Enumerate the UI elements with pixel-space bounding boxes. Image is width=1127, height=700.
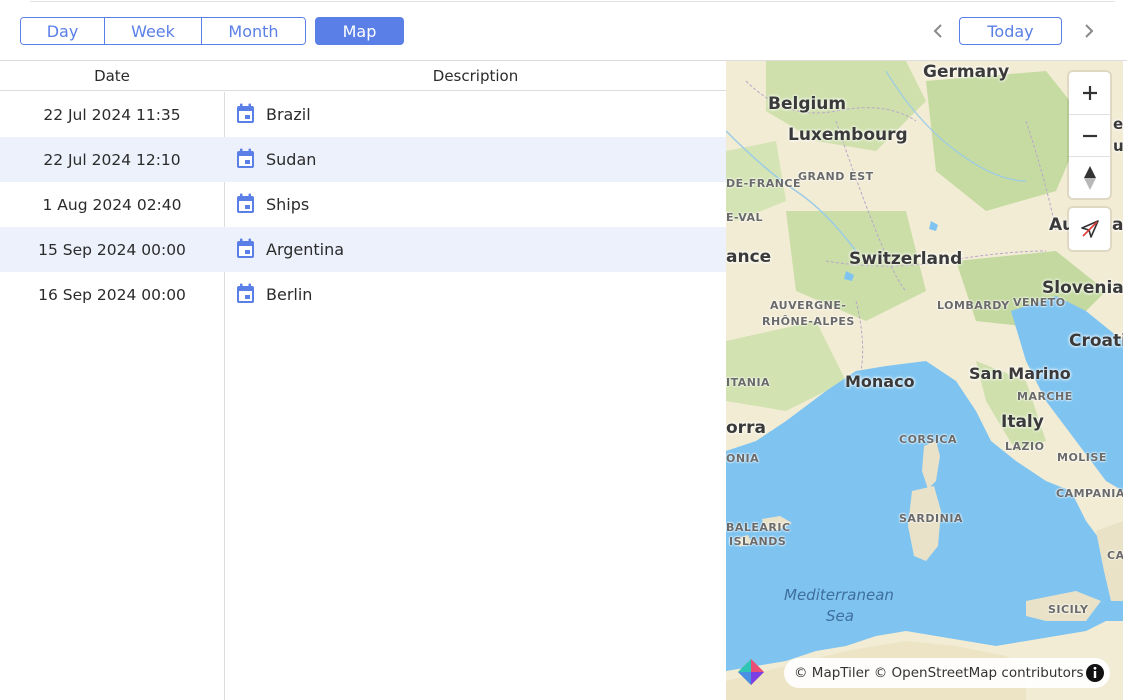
map-label-edge-2: ub <box>1113 137 1123 155</box>
next-button[interactable] <box>1074 17 1102 45</box>
date-column-header[interactable]: Date <box>0 61 224 91</box>
event-description: Berlin <box>266 285 313 304</box>
event-description: Argentina <box>266 240 345 259</box>
map-label-monaco: Monaco <box>845 372 915 391</box>
map-label-lazio: LAZIO <box>1005 440 1045 453</box>
minus-icon <box>1082 134 1097 137</box>
calendar-toolbar: Day Week Month Map Today <box>0 0 1127 61</box>
table-row[interactable]: 1 Aug 2024 02:40 Ships <box>0 182 726 227</box>
event-date: 22 Jul 2024 11:35 <box>43 105 181 124</box>
month-view-button[interactable]: Month <box>201 18 305 44</box>
table-row[interactable]: 22 Jul 2024 12:10 Sudan <box>0 137 726 182</box>
map-label-molise: MOLISE <box>1057 451 1107 464</box>
map-label-france: ance <box>726 247 772 267</box>
event-date: 16 Sep 2024 00:00 <box>38 285 186 304</box>
map-view-button[interactable]: Map <box>315 17 404 45</box>
right-edge <box>1123 61 1127 700</box>
map-label-italy: Italy <box>1001 412 1044 432</box>
map-label-veneto: VENETO <box>1013 296 1066 309</box>
geolocate-off-icon <box>1080 220 1099 238</box>
calendar-icon <box>237 103 254 123</box>
zoom-controls <box>1069 72 1110 198</box>
day-view-button[interactable]: Day <box>21 18 104 44</box>
map-label-grand-est: GRAND EST <box>798 170 874 183</box>
zoom-out-button[interactable] <box>1069 114 1110 156</box>
map-label-sardinia: SARDINIA <box>899 512 963 525</box>
map-label-luxembourg: Luxembourg <box>788 125 908 145</box>
map-label-belgium: Belgium <box>768 94 847 114</box>
zoom-in-button[interactable] <box>1069 72 1110 114</box>
map-view[interactable]: Germany Belgium Luxembourg ec ub GRAND E… <box>726 61 1123 700</box>
map-label-catalonia: ONIA <box>726 452 760 465</box>
list-header: Date Description <box>0 61 726 91</box>
view-switcher: Day Week Month <box>20 17 306 45</box>
map-label-sea: Sea <box>826 607 854 625</box>
map-label-san-marino: San Marino <box>969 364 1071 383</box>
calendar-icon <box>237 238 254 258</box>
map-label-marche: MARCHE <box>1017 390 1073 403</box>
map-label-islands: ISLANDS <box>729 535 787 548</box>
plus-icon <box>1082 86 1097 100</box>
map-label-slovenia: Slovenia <box>1042 278 1123 298</box>
map-label-rhone-alpes: RHÔNE-ALPES <box>762 315 855 328</box>
chevron-right-icon <box>1085 24 1094 38</box>
list-rows: 22 Jul 2024 11:35 Brazil 22 Jul 2024 12:… <box>0 92 726 317</box>
previous-button[interactable] <box>925 17 953 45</box>
map-label-campania: CAMPANIA <box>1056 487 1123 500</box>
map-label-lombardy: LOMBARDY <box>937 299 1010 312</box>
event-description: Sudan <box>266 150 317 169</box>
maptiler-logo-icon <box>738 659 764 685</box>
today-button[interactable]: Today <box>959 17 1062 45</box>
map-label-auvergne: AUVERGNE- <box>770 299 847 312</box>
map-label-sicily: SICILY <box>1048 603 1089 616</box>
map-label-centre-val: E-VAL <box>726 211 764 224</box>
map-label-corsica: CORSICA <box>899 433 957 446</box>
event-date: 22 Jul 2024 12:10 <box>43 150 181 169</box>
map-label-switzerland: Switzerland <box>849 249 963 269</box>
map-label-austria-tail: a <box>1112 215 1123 235</box>
compass-icon <box>1083 165 1096 190</box>
table-row[interactable]: 16 Sep 2024 00:00 Berlin <box>0 272 726 317</box>
info-icon[interactable] <box>1085 663 1105 683</box>
map-label-germany: Germany <box>923 62 1010 82</box>
attribution-text[interactable]: © MapTiler © OpenStreetMap contributors <box>794 665 1084 681</box>
event-list: Date Description 22 Jul 2024 11:35 Brazi… <box>0 61 726 700</box>
map-label-croatia: Croati <box>1069 331 1123 351</box>
map-label-balearic: BALEARIC <box>726 521 791 534</box>
calendar-icon <box>237 148 254 168</box>
compass-button[interactable] <box>1069 156 1110 198</box>
event-date: 1 Aug 2024 02:40 <box>42 195 182 214</box>
event-date: 15 Sep 2024 00:00 <box>38 240 186 259</box>
event-description: Brazil <box>266 105 311 124</box>
map-label-ile-de-france: DE-FRANCE <box>726 177 802 190</box>
event-description: Ships <box>266 195 310 214</box>
calendar-icon <box>237 283 254 303</box>
calendar-icon <box>237 193 254 213</box>
map-label-edge-1: ec <box>1113 115 1123 133</box>
map-label-calabria: CA <box>1107 549 1123 562</box>
map-attribution: © MapTiler © OpenStreetMap contributors <box>784 658 1110 688</box>
map-label-mediterranean: Mediterranean <box>784 586 894 604</box>
table-row[interactable]: 15 Sep 2024 00:00 Argentina <box>0 227 726 272</box>
map-label-occitania: ITANIA <box>726 376 771 389</box>
chevron-left-icon <box>933 24 942 38</box>
map-label-andorra: orra <box>726 418 766 438</box>
table-row[interactable]: 22 Jul 2024 11:35 Brazil <box>0 92 726 137</box>
description-column-header[interactable]: Description <box>225 61 726 91</box>
top-divider <box>30 1 1115 2</box>
week-view-button[interactable]: Week <box>104 18 201 44</box>
geolocate-button[interactable] <box>1069 208 1110 250</box>
